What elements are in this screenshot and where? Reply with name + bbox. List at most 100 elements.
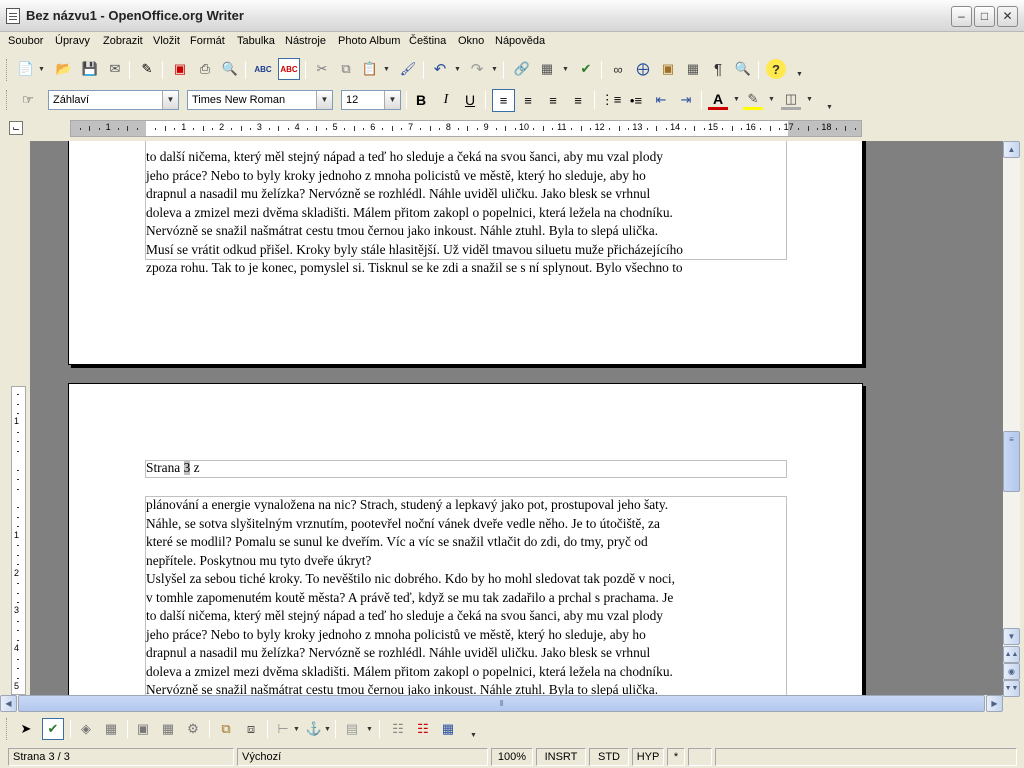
status-insert-mode[interactable]: INSRT xyxy=(536,748,586,766)
new-document-icon[interactable]: 📄 xyxy=(16,59,36,79)
format-paintbrush-icon[interactable]: 🖌 xyxy=(398,59,418,79)
nonprinting-characters-icon[interactable]: ¶ xyxy=(708,59,728,79)
page-3-text[interactable]: plánování a energie vynaložena na nic? S… xyxy=(146,496,675,695)
font-size-combo[interactable]: 12 ▼ xyxy=(341,90,401,110)
toolbar-grip[interactable] xyxy=(6,90,9,110)
menu-format[interactable]: Formát xyxy=(190,35,225,47)
open-folder-icon[interactable]: 📂 xyxy=(54,59,74,79)
text-line[interactable]: doleva a zmizel mezi dvěma skladišti. Má… xyxy=(146,204,683,223)
email-icon[interactable]: ✉ xyxy=(105,59,125,79)
text-line[interactable]: plánování a energie vynaložena na nic? S… xyxy=(146,496,675,515)
text-line[interactable]: to další ničema, který měl stejný nápad … xyxy=(146,148,683,167)
font-color-dropdown-icon[interactable]: ▼ xyxy=(733,96,740,103)
autospellcheck-icon[interactable]: ABC xyxy=(278,58,300,80)
toolbar-grip[interactable] xyxy=(6,59,9,81)
horizontal-scroll-thumb[interactable]: ‖ xyxy=(18,695,985,712)
menu-okno[interactable]: Okno xyxy=(458,35,484,47)
menu-upravy[interactable]: Úpravy xyxy=(55,35,90,47)
menu-soubor[interactable]: Soubor xyxy=(8,35,43,47)
export-pdf-icon[interactable]: ▣ xyxy=(170,59,190,79)
highlight-dropdown-icon[interactable]: ▼ xyxy=(768,96,775,103)
save-icon[interactable]: 💾 xyxy=(80,59,100,79)
text-line[interactable]: jeho práce? Nebo to byly kroky jednoho z… xyxy=(146,626,675,645)
undo-icon[interactable]: ↶ xyxy=(430,59,450,79)
align-left-icon[interactable]: ≡ xyxy=(492,89,515,112)
increase-indent-icon[interactable]: ⇥ xyxy=(676,90,696,110)
menu-nastroje[interactable]: Nástroje xyxy=(285,35,326,47)
background-color-dropdown-icon[interactable]: ▼ xyxy=(806,96,813,103)
arrange-dropdown-icon[interactable]: ▼ xyxy=(366,726,373,733)
navigator-icon[interactable]: ⨁ xyxy=(633,59,653,79)
menu-photo-album[interactable]: Photo Album xyxy=(338,35,400,47)
print-preview-icon[interactable]: 🔍 xyxy=(220,59,240,79)
anchor-dropdown-icon[interactable]: ▼ xyxy=(324,726,331,733)
chevron-down-icon[interactable]: ▼ xyxy=(384,91,400,109)
image-map-icon[interactable]: ▣ xyxy=(133,719,153,739)
send-to-back-icon[interactable]: ⧈ xyxy=(241,719,261,739)
status-zoom[interactable]: 100% xyxy=(491,748,533,766)
menu-napoveda[interactable]: Nápověda xyxy=(495,35,545,47)
toolbar-options-icon[interactable]: ▼ xyxy=(826,104,833,111)
table-properties-icon[interactable]: ▦ xyxy=(158,719,178,739)
font-color-icon[interactable]: A xyxy=(708,90,728,110)
zoom-icon[interactable]: 🔍 xyxy=(733,59,753,79)
page-header[interactable]: Strana 3 z xyxy=(146,459,200,478)
table-icon[interactable]: ▦ xyxy=(537,59,557,79)
bold-icon[interactable]: B xyxy=(411,90,431,110)
wrap-icon[interactable]: ▦ xyxy=(101,719,121,739)
font-name-combo[interactable]: Times New Roman ▼ xyxy=(187,90,333,110)
print-icon[interactable]: ⎙ xyxy=(195,59,215,79)
decrease-indent-icon[interactable]: ⇤ xyxy=(651,90,671,110)
find-replace-icon[interactable]: ∞ xyxy=(608,59,628,79)
tab-stop-type-button[interactable]: ⌙ xyxy=(9,121,23,135)
bullets-icon[interactable]: •≡ xyxy=(626,90,646,110)
text-line[interactable]: jeho práce? Nebo to byly kroky jednoho z… xyxy=(146,167,683,186)
snap-grid-icon[interactable]: ☷ xyxy=(413,719,433,739)
spellcheck-icon[interactable]: ABC xyxy=(253,59,273,79)
scroll-right-button[interactable]: ▶ xyxy=(986,695,1003,712)
table-dropdown-icon[interactable]: ▼ xyxy=(562,66,569,73)
bring-to-front-icon[interactable]: ⧉ xyxy=(216,719,236,739)
background-color-icon[interactable]: ◫ xyxy=(781,90,801,110)
alignment-icon[interactable]: ⊢ xyxy=(273,719,293,739)
vertical-scrollbar[interactable]: ▲ ≡ ▼ ▲▲ ◉ ▼▼ xyxy=(1003,141,1020,697)
toolbar-grip[interactable] xyxy=(6,718,9,740)
points-icon[interactable]: ◈ xyxy=(76,719,96,739)
page-3[interactable]: Strana 3 z plánování a energie vynaložen… xyxy=(68,383,863,695)
anchor-icon[interactable]: ⚓ xyxy=(304,719,324,739)
text-line[interactable]: Nervózně se snažil našmátrat cestu tmou … xyxy=(146,681,675,695)
text-line[interactable]: nepřítele. Poskytnou mu tyto dveře úkryt… xyxy=(146,552,675,571)
text-line[interactable]: které se modlil? Pomalu se sunul ke dveř… xyxy=(146,533,675,552)
styles-formatting-icon[interactable]: ☞ xyxy=(18,90,38,110)
page-2-text[interactable]: to další ničema, který měl stejný nápad … xyxy=(146,148,683,278)
menu-zobrazit[interactable]: Zobrazit xyxy=(103,35,143,47)
status-modified[interactable]: * xyxy=(667,748,685,766)
chevron-down-icon[interactable]: ▼ xyxy=(316,91,332,109)
text-line[interactable]: Náhle, se sotva slyšitelným vrznutím, po… xyxy=(146,515,675,534)
text-line[interactable]: doleva a zmizel mezi dvěma skladišti. Má… xyxy=(146,663,675,682)
maximize-button[interactable]: □ xyxy=(974,6,995,27)
status-page[interactable]: Strana 3 / 3 xyxy=(8,748,234,766)
underline-icon[interactable]: U xyxy=(460,90,480,110)
grid-icon[interactable]: ☷ xyxy=(388,719,408,739)
toolbar-options-icon[interactable]: ▼ xyxy=(470,732,477,739)
scroll-up-button[interactable]: ▲ xyxy=(1003,141,1020,158)
menu-tabulka[interactable]: Tabulka xyxy=(237,35,275,47)
text-line[interactable]: drapnul a nasadil mu želízka? Nervózně s… xyxy=(146,644,675,663)
toolbar-options-icon[interactable]: ▼ xyxy=(796,71,803,78)
horizontal-scrollbar[interactable]: ◀ ‖ ▶ xyxy=(0,695,1003,712)
show-draw-functions-icon[interactable]: ✔ xyxy=(42,718,64,740)
scroll-left-button[interactable]: ◀ xyxy=(0,695,17,712)
redo-icon[interactable]: ↷ xyxy=(467,59,487,79)
chevron-down-icon[interactable]: ▼ xyxy=(162,91,178,109)
new-dropdown-icon[interactable]: ▼ xyxy=(38,66,45,73)
text-line[interactable]: drapnul a nasadil mu želízka? Nervózně s… xyxy=(146,185,683,204)
text-line[interactable]: v tomhle zapomenutém koutě města? A práv… xyxy=(146,589,675,608)
italic-icon[interactable]: I xyxy=(436,90,456,110)
align-center-icon[interactable]: ≡ xyxy=(518,90,538,110)
text-line[interactable]: Musí se vrátit odkud přišel. Kroky byly … xyxy=(146,241,683,260)
text-line[interactable]: to další ničema, který měl stejný nápad … xyxy=(146,607,675,626)
text-line[interactable]: Nervózně se snažil našmátrat cestu tmou … xyxy=(146,222,683,241)
status-signature[interactable] xyxy=(688,748,712,766)
arrange-icon[interactable]: ▤ xyxy=(342,719,362,739)
